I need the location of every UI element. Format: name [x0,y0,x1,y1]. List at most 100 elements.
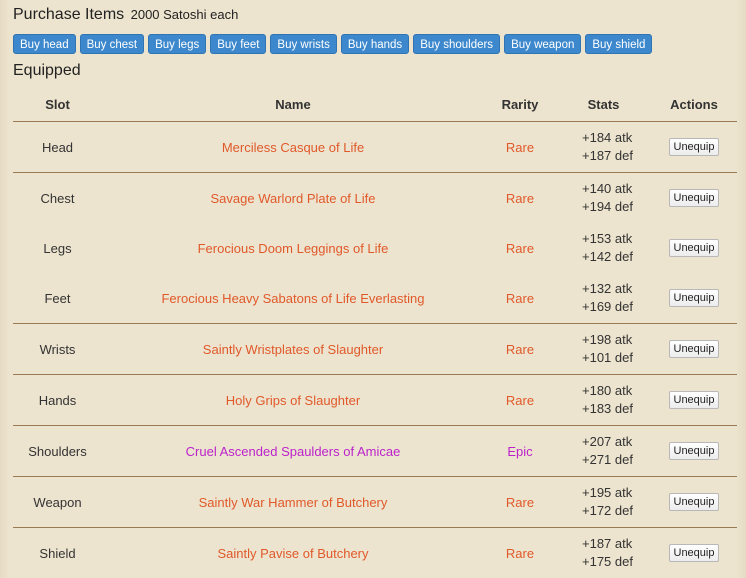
atk-stat: +207 atk [582,434,633,449]
slot-cell: Shield [39,545,76,561]
stats-cell: +207 atk +271 def [556,425,651,477]
buy-feet-button[interactable]: Buy feet [210,34,267,54]
item-name: Ferocious Heavy Sabatons of Life Everlas… [102,273,484,324]
rarity-cell: Rare [505,545,535,561]
buy-hands-button[interactable]: Buy hands [340,34,410,54]
unequip-button[interactable]: Unequip [668,391,720,409]
slot-cell: Legs [43,240,72,256]
actions-cell: Unequip [651,528,737,578]
buy-shoulders-button[interactable]: Buy shoulders [413,34,501,54]
atk-stat: +180 atk [582,383,633,398]
table-row: Head Merciless Casque of Life Rare +184 … [13,121,737,173]
slot-cell: Hands [13,374,102,426]
actions-cell: Unequip [651,121,737,173]
equipped-table: Slot Name Rarity Stats Actions Head Merc… [13,88,737,578]
slot-cell: Feet [13,273,102,324]
actions-cell: Unequip [651,173,737,224]
slot-cell: Shoulders [13,425,102,477]
def-stat: +271 def [582,452,633,467]
atk-stat: +198 atk [582,332,633,347]
stats-cell: +187 atk +175 def [556,528,651,578]
atk-stat: +184 atk [582,130,633,145]
rarity-cell: Rare [484,121,556,173]
actions-cell: Unequip [651,425,737,477]
table-row: Weapon Saintly War Hammer of Butchery Ra… [13,476,737,528]
item-name: Holy Grips of Slaughter [102,374,484,426]
table-row: Hands Holy Grips of Slaughter Rare +180 … [13,374,737,426]
table-row: Shoulders Cruel Ascended Spaulders of Am… [13,425,737,477]
atk-stat: +132 atk [582,281,633,296]
item-name: Cruel Ascended Spaulders of Amicae [102,425,484,477]
column-header-rarity: Rarity [484,88,556,122]
unequip-button[interactable]: Unequip [668,189,720,207]
purchase-title: Purchase Items [13,6,125,23]
buy-weapon-button[interactable]: Buy weapon [504,34,582,54]
table-header-row: Slot Name Rarity Stats Actions [13,88,737,122]
def-stat: +183 def [582,401,633,416]
actions-cell: Unequip [651,223,737,273]
actions-cell: Unequip [651,323,737,375]
def-stat: +101 def [582,350,633,365]
stats-cell: +153 atk +142 def [556,223,651,273]
rarity-cell: Rare [505,240,535,256]
def-stat: +172 def [582,503,633,518]
rarity-cell: Rare [484,374,556,426]
column-header-slot: Slot [13,88,102,122]
item-name: Saintly War Hammer of Butchery [102,476,484,528]
purchase-header: Purchase Items 2000 Satoshi each [13,6,238,24]
unequip-button[interactable]: Unequip [668,442,720,460]
column-header-name: Name [102,88,484,122]
column-header-actions: Actions [651,88,737,122]
def-stat: +142 def [582,249,633,264]
def-stat: +175 def [582,554,633,569]
unequip-button[interactable]: Unequip [668,239,720,257]
item-name: Ferocious Doom Leggings of Life [197,240,389,256]
rarity-cell: Rare [484,273,556,324]
slot-cell: Weapon [13,476,102,528]
slot-cell: Wrists [13,323,102,375]
atk-stat: +187 atk [582,536,633,551]
rarity-cell: Rare [505,190,535,206]
rarity-cell: Rare [484,476,556,528]
item-name: Savage Warlord Plate of Life [210,190,376,206]
buy-shield-button[interactable]: Buy shield [585,34,653,54]
buy-legs-button[interactable]: Buy legs [148,34,207,54]
table-row: Chest Savage Warlord Plate of Life Rare … [13,173,737,224]
atk-stat: +140 atk [582,181,633,196]
equipped-title: Equipped [13,62,81,79]
stats-cell: +180 atk +183 def [556,374,651,426]
stats-cell: +198 atk +101 def [556,323,651,375]
atk-stat: +153 atk [582,231,633,246]
price-note: 2000 Satoshi each [130,7,239,22]
actions-cell: Unequip [651,476,737,528]
def-stat: +187 def [582,148,633,163]
unequip-button[interactable]: Unequip [668,289,720,307]
buy-chest-button[interactable]: Buy chest [79,34,145,54]
item-name: Saintly Wristplates of Slaughter [102,323,484,375]
actions-cell: Unequip [651,374,737,426]
unequip-button[interactable]: Unequip [668,544,720,562]
item-name: Saintly Pavise of Butchery [217,545,369,561]
slot-cell: Chest [40,190,75,206]
slot-cell: Head [13,121,102,173]
unequip-button[interactable]: Unequip [668,340,720,358]
atk-stat: +195 atk [582,485,633,500]
rarity-cell: Rare [484,323,556,375]
rarity-cell: Epic [484,425,556,477]
buy-wrists-button[interactable]: Buy wrists [270,34,337,54]
table-row: Wrists Saintly Wristplates of Slaughter … [13,323,737,375]
column-header-stats: Stats [556,88,651,122]
stats-cell: +140 atk +194 def [556,173,651,224]
stats-cell: +195 atk +172 def [556,476,651,528]
table-row: Legs Ferocious Doom Leggings of Life Rar… [13,223,737,273]
unequip-button[interactable]: Unequip [668,493,720,511]
table-row: Feet Ferocious Heavy Sabatons of Life Ev… [13,273,737,324]
def-stat: +169 def [582,299,633,314]
stats-cell: +184 atk +187 def [556,121,651,173]
item-name: Merciless Casque of Life [102,121,484,173]
actions-cell: Unequip [651,273,737,324]
buy-button-row: Buy head Buy chest Buy legs Buy feet Buy… [13,34,653,54]
unequip-button[interactable]: Unequip [668,138,720,156]
def-stat: +194 def [582,199,633,214]
buy-head-button[interactable]: Buy head [13,34,76,54]
